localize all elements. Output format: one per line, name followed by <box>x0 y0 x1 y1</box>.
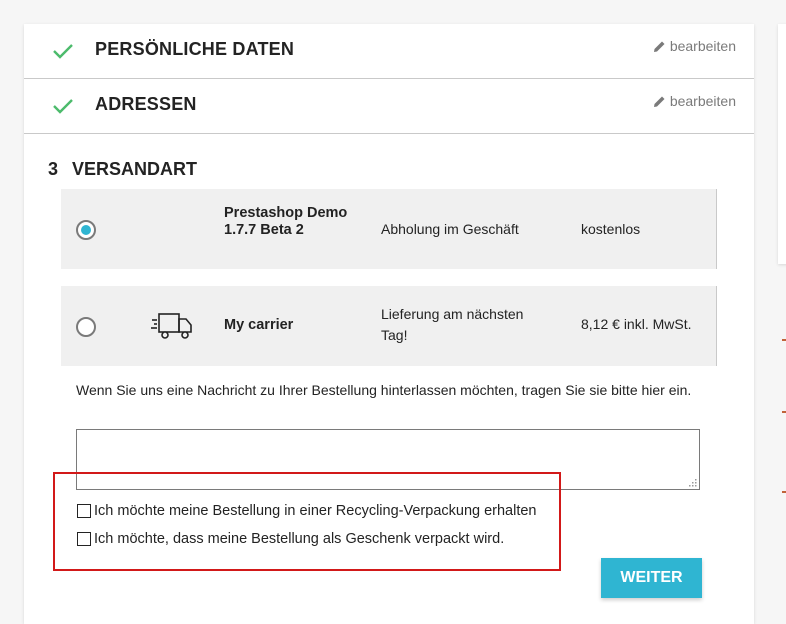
step-title: Persönliche Daten <box>95 39 295 59</box>
step-title: Versandart <box>72 159 198 179</box>
step-shipping-title: 3 Versandart <box>48 159 197 180</box>
carrier-name: Prestashop Demo 1.7.7 Beta 2 <box>224 205 348 238</box>
pencil-icon <box>653 96 665 107</box>
side-accent <box>782 491 786 493</box>
side-accent <box>782 411 786 413</box>
check-icon <box>53 44 73 59</box>
carrier-option[interactable]: Prestashop Demo 1.7.7 Beta 2 Abholung im… <box>61 189 717 269</box>
side-accent <box>782 339 786 341</box>
carrier-delay: Abholung im Geschäft <box>381 221 519 237</box>
carrier-delay: Lieferung am nächsten Tag! <box>381 306 524 343</box>
carrier-option[interactable]: My carrier Lieferung am nächsten Tag! 8,… <box>61 286 717 366</box>
carrier-price: kostenlos <box>581 221 641 237</box>
highlight-box <box>53 472 561 571</box>
truck-icon <box>151 313 192 339</box>
step-addresses[interactable]: Adressen bearbeiten <box>24 79 754 134</box>
carrier-radio[interactable] <box>76 220 96 240</box>
resize-handle-icon[interactable] <box>689 479 697 487</box>
carrier-name: My carrier <box>224 317 294 333</box>
edit-link[interactable]: bearbeiten <box>653 93 736 109</box>
edit-label: bearbeiten <box>669 93 736 109</box>
continue-button[interactable]: Weiter <box>601 558 702 598</box>
check-icon <box>53 99 73 114</box>
edit-label: bearbeiten <box>669 38 736 54</box>
step-personal-data[interactable]: Persönliche Daten bearbeiten <box>24 24 754 79</box>
step-title: Adressen <box>95 94 197 114</box>
carrier-radio[interactable] <box>76 317 96 337</box>
edit-link[interactable]: bearbeiten <box>653 38 736 54</box>
step-number: 3 <box>48 159 59 179</box>
order-message-label: Wenn Sie uns eine Nachricht zu Ihrer Bes… <box>76 382 692 398</box>
carrier-price: 8,12 € inkl. MwSt. <box>581 316 692 332</box>
side-panel <box>778 24 786 264</box>
pencil-icon <box>653 41 665 52</box>
